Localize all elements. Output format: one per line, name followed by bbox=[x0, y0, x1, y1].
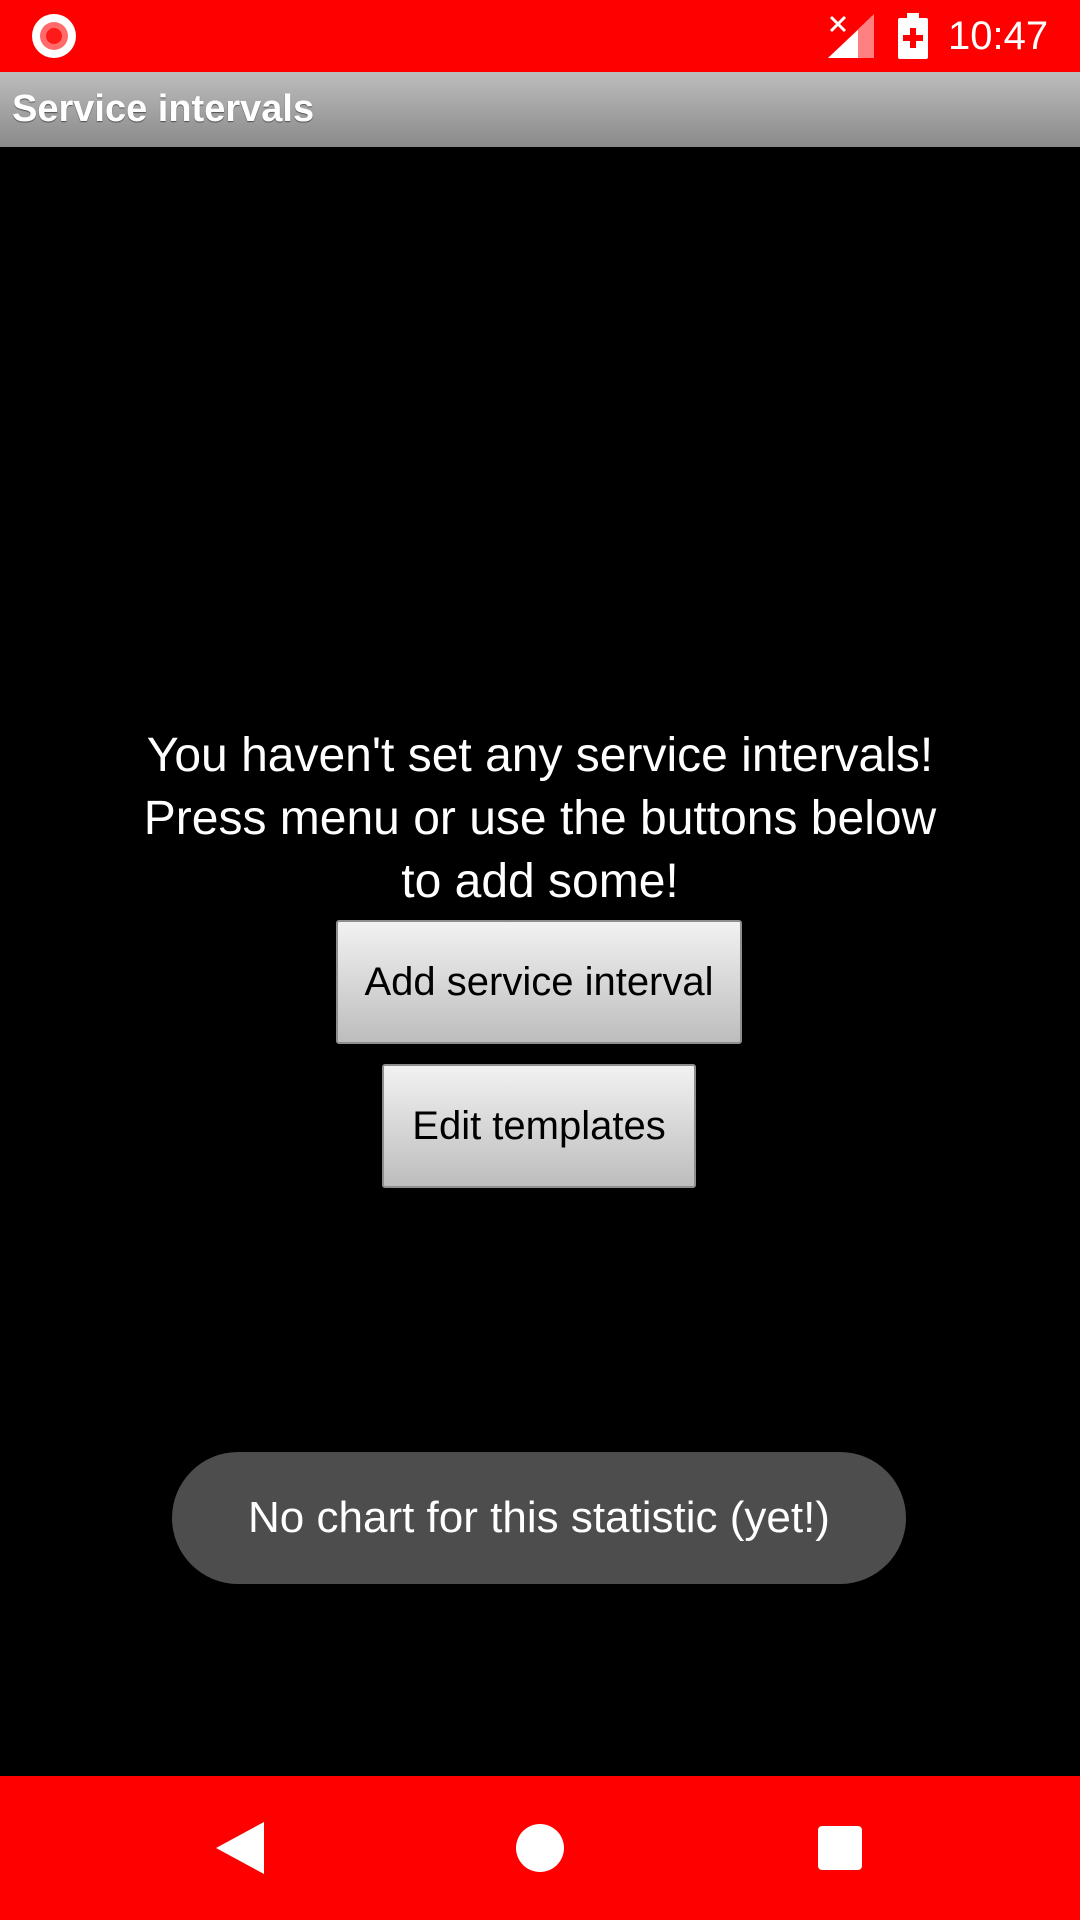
edit-templates-button[interactable]: Edit templates bbox=[382, 1064, 696, 1188]
screen-record-icon bbox=[32, 14, 76, 58]
signal-no-data-icon bbox=[828, 14, 874, 58]
status-bar: 10:47 bbox=[0, 0, 1080, 72]
recents-icon[interactable] bbox=[818, 1826, 862, 1870]
back-icon[interactable] bbox=[216, 1822, 264, 1874]
empty-state-message: You haven't set any service intervals! P… bbox=[143, 729, 937, 908]
toast-message: No chart for this statistic (yet!) bbox=[172, 1452, 906, 1584]
page-title: Service intervals bbox=[12, 88, 315, 130]
status-time: 10:47 bbox=[948, 14, 1049, 58]
app-bar: Service intervals bbox=[0, 72, 1080, 147]
home-icon[interactable] bbox=[516, 1824, 564, 1872]
battery-charging-icon bbox=[898, 13, 928, 59]
add-service-interval-button[interactable]: Add service interval bbox=[336, 920, 742, 1044]
